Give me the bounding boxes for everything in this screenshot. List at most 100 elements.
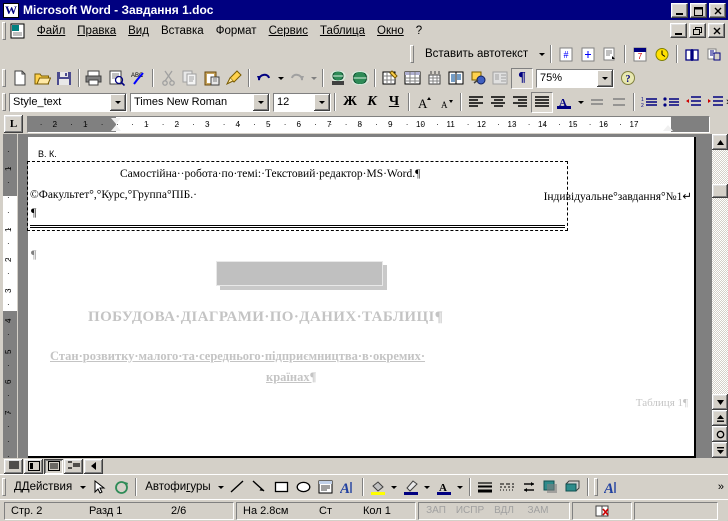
print-layout-view-icon[interactable]	[44, 458, 63, 474]
document-title-line[interactable]: Самостійна··робота·по·темі:·Текстовий·ре…	[120, 168, 420, 180]
menu-item-table[interactable]: Таблица	[314, 23, 371, 39]
free-rotate-icon[interactable]	[110, 477, 132, 498]
maximize-button[interactable]	[690, 2, 707, 18]
table-placeholder-box[interactable]	[216, 261, 383, 286]
undo-icon[interactable]	[253, 68, 275, 89]
minimize-button[interactable]	[671, 2, 688, 18]
insert-hyperlink-icon[interactable]	[327, 68, 349, 89]
style-combo[interactable]: Style_text	[9, 92, 127, 112]
status-language-panel[interactable]	[634, 501, 718, 520]
menu-item-view[interactable]: Вид	[122, 23, 155, 39]
status-mode-trk[interactable]: ИСПР	[453, 503, 487, 519]
format-painter-icon[interactable]	[223, 68, 245, 89]
line-spacing-single-icon[interactable]	[586, 92, 608, 113]
line-color-dropdown-arrow[interactable]	[422, 477, 433, 498]
font-color-icon[interactable]: A	[433, 477, 455, 498]
next-page-icon[interactable]	[712, 442, 728, 458]
align-right-icon[interactable]	[509, 92, 531, 113]
menu-bar-grip[interactable]	[2, 21, 6, 40]
shrink-font-icon[interactable]: A	[435, 92, 457, 113]
status-mode-rec[interactable]: ЗАП	[419, 503, 453, 519]
outline-view-icon[interactable]	[64, 458, 83, 474]
draw-menu-button[interactable]: ДДействия	[9, 479, 77, 495]
resize-grip[interactable]	[720, 504, 728, 521]
align-left-icon[interactable]	[465, 92, 487, 113]
drawing-icon[interactable]	[467, 68, 489, 89]
tab-stop-selector[interactable]: L	[4, 115, 23, 133]
help-icon[interactable]: ?	[617, 68, 639, 89]
menu-item-help[interactable]: ?	[410, 23, 428, 39]
3d-icon[interactable]	[562, 477, 584, 498]
vertical-scroll-thumb[interactable]	[712, 184, 728, 198]
web-toolbar-icon[interactable]	[349, 68, 371, 89]
formatting-toolbar-grip[interactable]	[2, 93, 6, 111]
undo-dropdown-arrow[interactable]	[275, 68, 286, 89]
vertical-scroll-track[interactable]	[712, 150, 728, 394]
draw-menu-arrow[interactable]	[77, 477, 88, 498]
redo-icon[interactable]	[286, 68, 308, 89]
increase-indent-icon[interactable]	[704, 92, 726, 113]
align-justify-icon[interactable]	[531, 91, 553, 113]
select-objects-icon[interactable]	[88, 477, 110, 498]
font-combo[interactable]: Times New Roman	[130, 92, 270, 112]
document-map-icon[interactable]	[489, 68, 511, 89]
document-heading-1[interactable]: ПОБУДОВА·ДІАГРАМИ·ПО·ДАНИХ·ТАБЛИЦІ¶	[88, 309, 443, 326]
shadow-icon[interactable]	[540, 477, 562, 498]
table-caption[interactable]: Таблиця 1¶	[636, 397, 688, 409]
open-icon[interactable]	[31, 68, 53, 89]
insert-autotext-button[interactable]: Вставить автотекст	[417, 46, 536, 63]
document-page[interactable]: В. К. Самостійна··робота·по·темі:·Тексто…	[27, 137, 696, 458]
font-color-dropdown-arrow[interactable]	[575, 92, 586, 113]
menu-item-edit[interactable]: Правка	[71, 23, 122, 39]
document-restore-button[interactable]	[689, 23, 706, 38]
document-heading-2-line-2[interactable]: країнах¶	[266, 370, 316, 385]
paste-icon[interactable]	[201, 68, 223, 89]
standard-toolbar-grip[interactable]	[2, 69, 6, 87]
font-size-dropdown-arrow[interactable]	[314, 93, 330, 111]
arrow-icon[interactable]	[249, 477, 271, 498]
style-dropdown-arrow[interactable]	[110, 93, 126, 111]
document-heading-2-line-1[interactable]: Стан·розвитку·малого·та·середнього·підпр…	[50, 349, 425, 364]
vertical-scrollbar[interactable]	[712, 134, 728, 458]
status-mode-ext[interactable]: ВДЛ	[487, 503, 521, 519]
scroll-left-icon[interactable]	[84, 458, 103, 474]
document-right-field[interactable]: Індивідуальне°завдання°№1↵	[544, 189, 692, 203]
show-formatting-marks-icon[interactable]: ¶	[511, 67, 533, 89]
font-dropdown-arrow[interactable]	[253, 93, 269, 111]
autoshapes-menu-button[interactable]: Автофигуры	[140, 479, 215, 495]
font-color-dropdown-arrow[interactable]	[455, 477, 466, 498]
document-left-field[interactable]: ©Факультет°,°Курс,°Группа°ПІБ.·	[30, 189, 197, 201]
normal-view-icon[interactable]	[4, 458, 23, 474]
bold-button[interactable]: Ж	[339, 92, 361, 113]
document-minimize-button[interactable]	[670, 23, 687, 38]
tables-and-borders-icon[interactable]	[379, 68, 401, 89]
columns-icon[interactable]	[445, 68, 467, 89]
wordart-icon[interactable]: A	[337, 477, 359, 498]
decrease-indent-icon[interactable]	[682, 92, 704, 113]
menu-item-file[interactable]: Файл	[31, 23, 71, 39]
drawing-toolbar-grip[interactable]	[2, 478, 6, 496]
redo-dropdown-arrow[interactable]	[308, 68, 319, 89]
line-icon[interactable]	[227, 477, 249, 498]
copy-icon[interactable]	[179, 68, 201, 89]
numbered-list-icon[interactable]: 12	[638, 92, 660, 113]
document-close-button[interactable]	[708, 23, 725, 38]
horizontal-ruler[interactable]: 2 1 1 2 3 4 5 6 7 8 9 10 11 12 13 14 15 16 17 · · · · · · · · · · · · ·…	[27, 115, 710, 133]
oval-icon[interactable]	[293, 477, 315, 498]
more-buttons-icon[interactable]: »	[718, 481, 728, 493]
insert-wordart-icon[interactable]: A	[601, 477, 623, 498]
select-browse-object-icon[interactable]	[712, 426, 728, 442]
dash-style-icon[interactable]	[496, 477, 518, 498]
menu-item-tools[interactable]: Сервис	[263, 23, 314, 39]
right-indent-marker[interactable]	[663, 124, 673, 131]
print-icon[interactable]	[83, 68, 105, 89]
status-spellcheck-panel[interactable]	[572, 501, 632, 520]
align-center-icon[interactable]	[487, 92, 509, 113]
menu-item-insert[interactable]: Вставка	[155, 23, 210, 39]
menu-item-format[interactable]: Формат	[210, 23, 263, 39]
web-layout-view-icon[interactable]	[24, 458, 43, 474]
insert-excel-sheet-icon[interactable]	[423, 68, 445, 89]
format-page-number-icon[interactable]	[599, 44, 621, 65]
save-icon[interactable]	[53, 68, 75, 89]
insert-page-count-icon[interactable]	[577, 44, 599, 65]
